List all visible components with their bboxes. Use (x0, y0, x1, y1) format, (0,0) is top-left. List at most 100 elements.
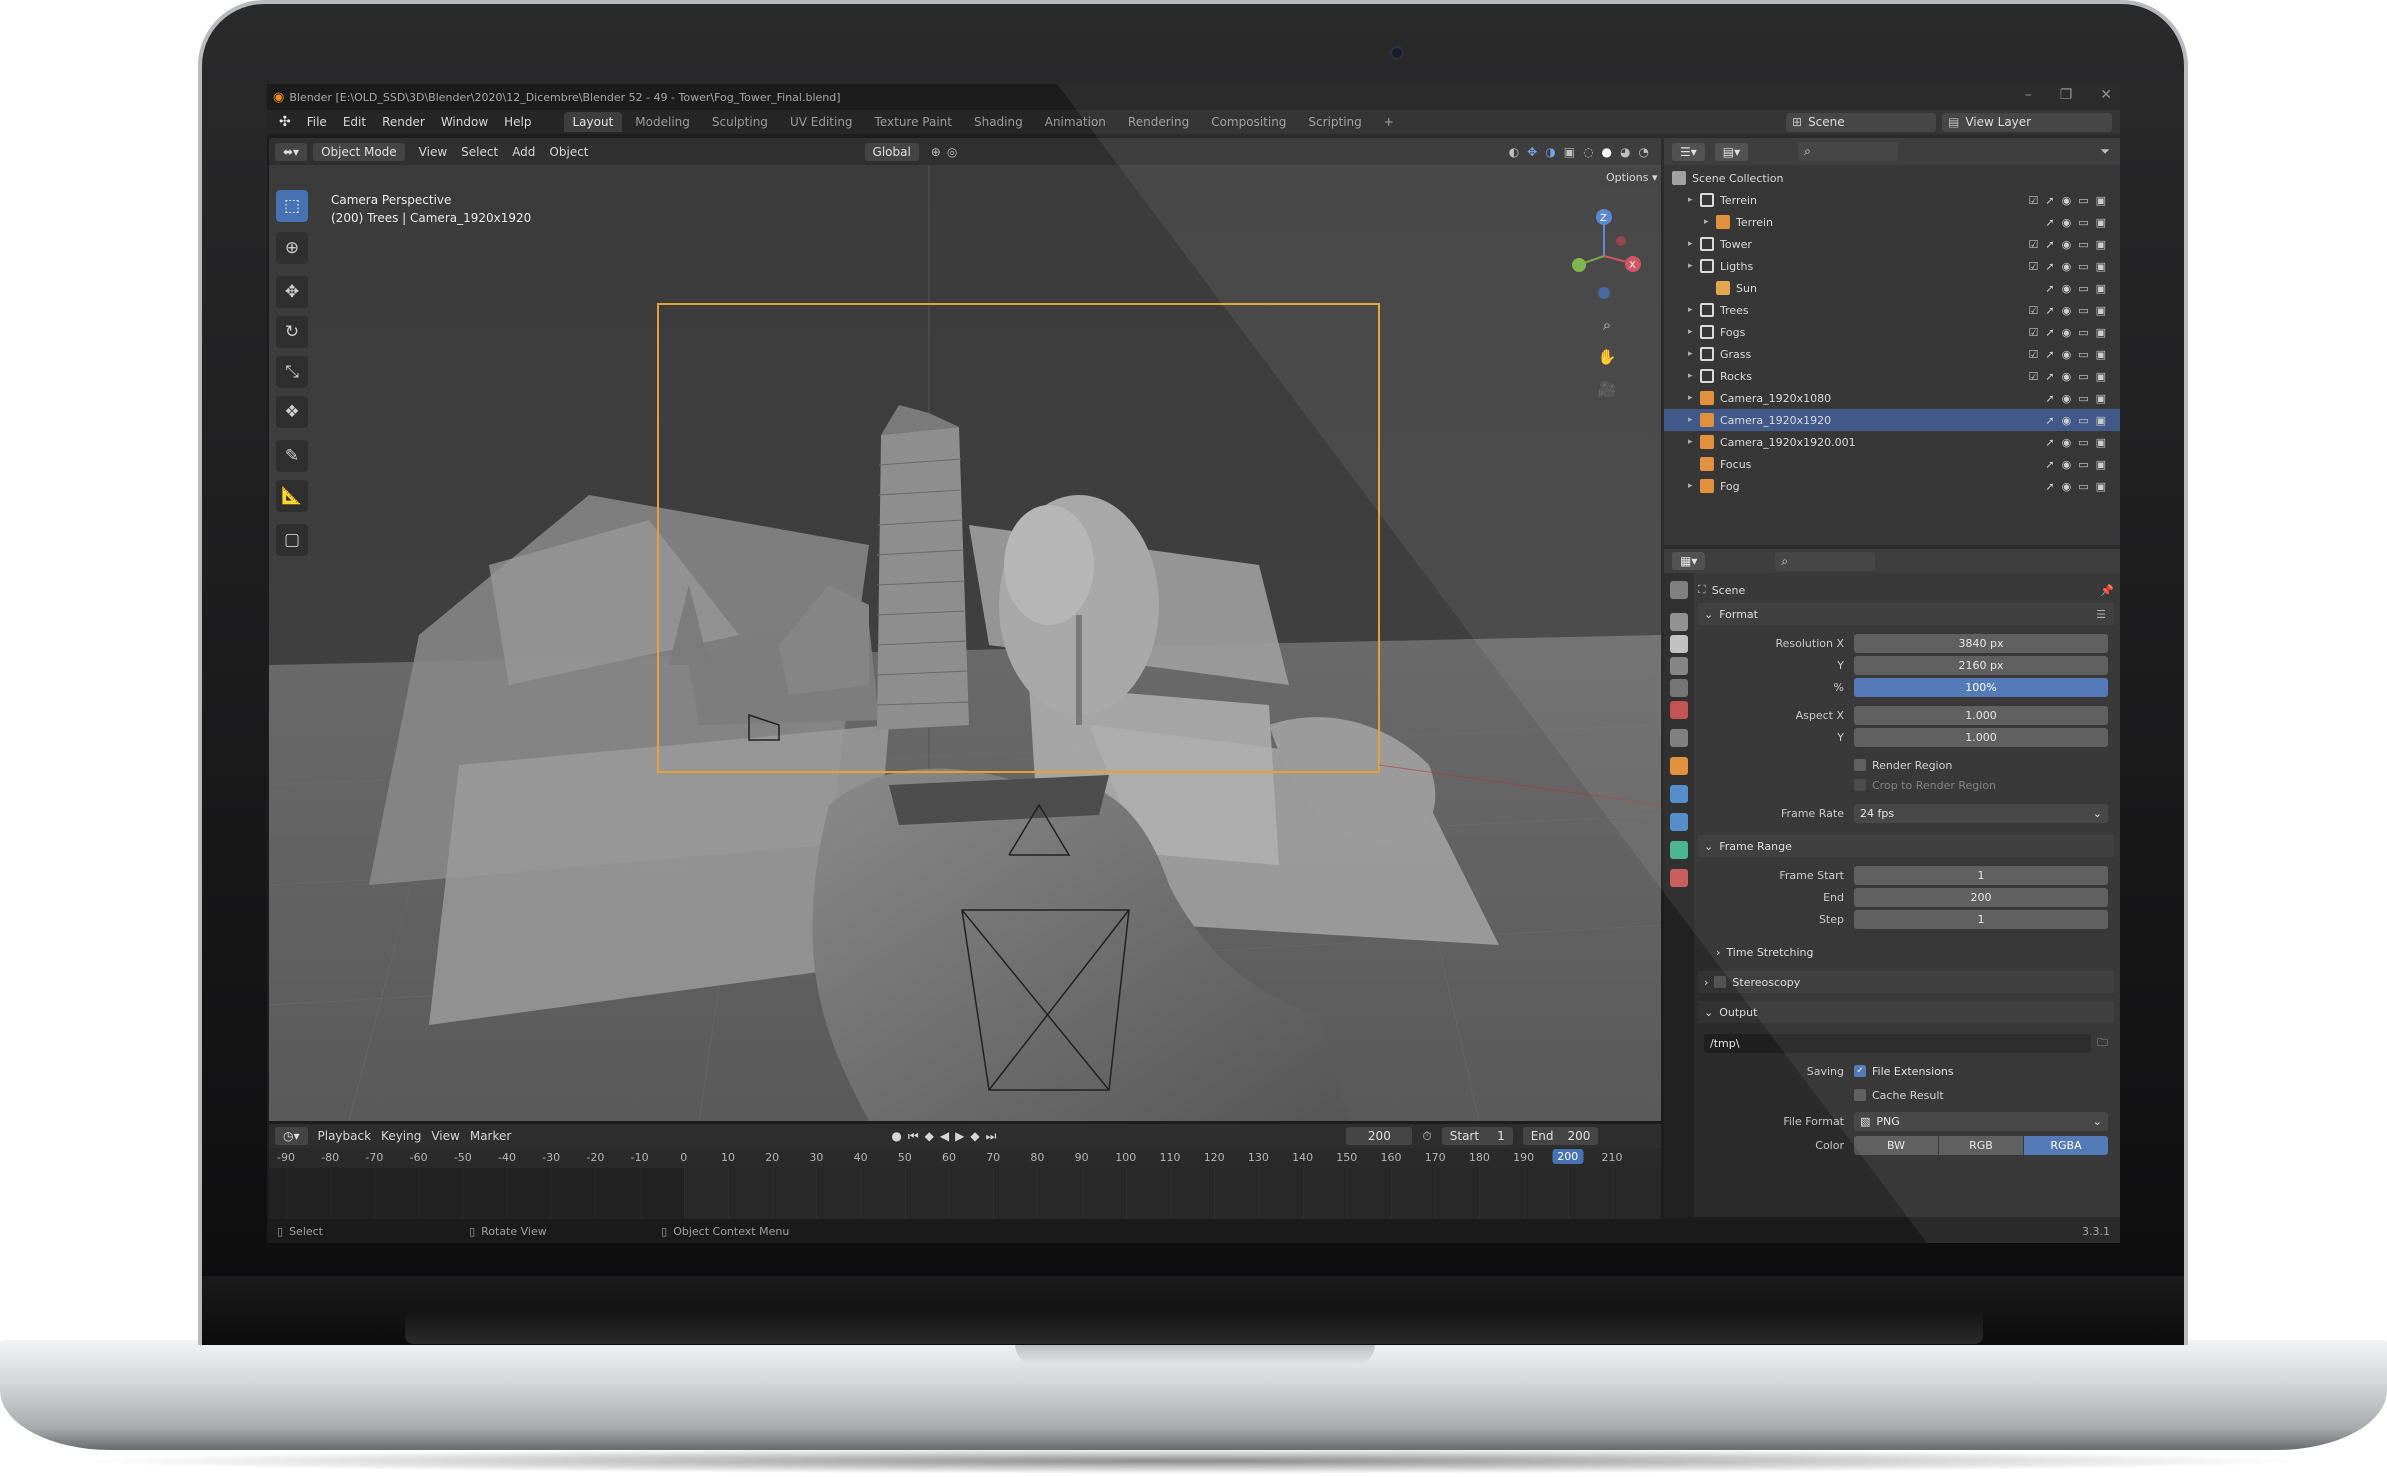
cache-result-checkbox[interactable] (1854, 1089, 1866, 1101)
resolution-y-field[interactable]: 2160 px (1854, 655, 2108, 675)
eye-icon[interactable]: ◉ (2062, 304, 2072, 317)
selectable-icon[interactable]: ➚ (2045, 348, 2054, 361)
menu-add[interactable]: Add (512, 145, 535, 159)
color-rgba-option[interactable]: RGBA (2024, 1135, 2108, 1155)
expand-arrow-icon[interactable]: ▸ (1688, 195, 1700, 205)
color-rgb-option[interactable]: RGB (1939, 1135, 2023, 1155)
camera-render-icon[interactable]: ▣ (2096, 216, 2106, 229)
expand-arrow-icon[interactable]: ▸ (1688, 327, 1700, 337)
tab-sculpting[interactable]: Sculpting (703, 112, 777, 132)
monitor-icon[interactable]: ▭ (2078, 304, 2088, 317)
transform-icon[interactable]: ❖ (276, 396, 308, 428)
selectable-icon[interactable]: ➚ (2045, 370, 2054, 383)
minimize-button[interactable]: – (2025, 87, 2032, 103)
frame-end-field[interactable]: 200 (1854, 887, 2108, 907)
menu-timeline-view[interactable]: View (431, 1129, 459, 1143)
maximize-button[interactable]: ❐ (2060, 87, 2073, 103)
tab-scripting[interactable]: Scripting (1299, 112, 1370, 132)
exclude-checkbox-icon[interactable]: ☑ (2028, 194, 2038, 207)
outliner-row[interactable]: ▸ Camera_1920x1920 ➚ ◉ ▭ ▣ (1664, 409, 2120, 431)
record-icon[interactable]: ● (891, 1129, 901, 1143)
outliner-row[interactable]: ▸ Terrein ☑ ➚ ◉ ▭ ▣ (1664, 189, 2120, 211)
monitor-icon[interactable]: ▭ (2078, 348, 2088, 361)
add-workspace-button[interactable]: + (1375, 112, 1403, 132)
outliner-row[interactable]: ▸ Camera_1920x1920.001 ➚ ◉ ▭ ▣ (1664, 431, 2120, 453)
stereoscopy-checkbox[interactable] (1714, 976, 1727, 988)
time-stretching-subpanel[interactable]: › Time Stretching (1698, 941, 2114, 963)
resolution-percent-field[interactable]: 100% (1854, 677, 2108, 697)
tab-animation[interactable]: Animation (1036, 112, 1115, 132)
scene-tab-icon[interactable] (1670, 679, 1688, 697)
selectable-icon[interactable]: ➚ (2045, 392, 2054, 405)
gizmo-toggle-icon[interactable]: ✥ (1527, 145, 1537, 159)
menu-edit[interactable]: Edit (343, 115, 366, 129)
pan-hand-icon[interactable]: ✋ (1595, 345, 1619, 369)
start-frame-field[interactable]: Start 1 (1441, 1127, 1513, 1145)
stereoscopy-section-header[interactable]: › Stereoscopy (1698, 971, 2114, 993)
selectable-icon[interactable]: ➚ (2045, 436, 2054, 449)
monitor-icon[interactable]: ▭ (2078, 282, 2088, 295)
eye-icon[interactable]: ◉ (2062, 238, 2072, 251)
tab-texture-paint[interactable]: Texture Paint (866, 112, 961, 132)
monitor-icon[interactable]: ▭ (2078, 370, 2088, 383)
selectable-icon[interactable]: ➚ (2045, 414, 2054, 427)
monitor-icon[interactable]: ▭ (2078, 194, 2088, 207)
timeline-ruler[interactable]: -90 -80 -70 -60 -50 -40 -30 -20 -10 0 10 20 30 40 50 60… (269, 1148, 1661, 1168)
material-shading-icon[interactable]: ◕ (1620, 145, 1630, 159)
camera-render-icon[interactable]: ▣ (2096, 282, 2106, 295)
menu-file[interactable]: File (307, 115, 327, 129)
editor-type-button[interactable]: ⬌▾ (275, 142, 308, 161)
eye-icon[interactable]: ◉ (2062, 326, 2072, 339)
blender-menu-icon[interactable]: ✣ (279, 114, 291, 130)
pin-icon[interactable]: 📌 (2100, 584, 2114, 597)
folder-icon[interactable]: 🗀 (2097, 1034, 2108, 1053)
move-icon[interactable]: ✥ (276, 276, 308, 308)
camera-render-icon[interactable]: ▣ (2096, 480, 2106, 493)
eye-icon[interactable]: ◉ (2062, 458, 2072, 471)
jump-start-icon[interactable]: ⏮ (908, 1129, 919, 1144)
world-tab-icon[interactable] (1670, 701, 1688, 719)
selectable-icon[interactable]: ➚ (2045, 238, 2054, 251)
outliner[interactable]: ☰▾ ▤▾ ⌕ ⏷ Scene Collection ▸ Terrein ☑ ➚ ◉ ▭ ▣… (1664, 138, 2120, 545)
display-mode-icon[interactable]: ▤▾ (1714, 142, 1749, 161)
aspect-x-field[interactable]: 1.000 (1854, 705, 2108, 725)
add-cube-icon[interactable]: ▢ (276, 524, 308, 556)
camera-render-icon[interactable]: ▣ (2096, 194, 2106, 207)
xray-icon[interactable]: ▣ (1564, 145, 1575, 159)
rendered-shading-icon[interactable]: ◔ (1639, 145, 1649, 159)
selectable-icon[interactable]: ➚ (2045, 282, 2054, 295)
close-button[interactable]: ✕ (2100, 87, 2112, 103)
outliner-row[interactable]: ▸ Tower ☑ ➚ ◉ ▭ ▣ (1664, 233, 2120, 255)
color-bw-option[interactable]: BW (1854, 1135, 1938, 1155)
camera-view-icon[interactable]: 🎥 (1595, 377, 1619, 401)
camera-render-icon[interactable]: ▣ (2096, 326, 2106, 339)
annotate-icon[interactable]: ✎ (276, 440, 308, 472)
render-region-checkbox[interactable] (1854, 759, 1866, 771)
mode-dropdown[interactable]: Object Mode (313, 142, 405, 161)
monitor-icon[interactable]: ▭ (2078, 216, 2088, 229)
solid-shading-icon[interactable]: ● (1602, 145, 1612, 159)
expand-arrow-icon[interactable]: ▸ (1688, 415, 1700, 425)
file-format-dropdown[interactable]: ▧ PNG ⌄ (1854, 1111, 2108, 1131)
menu-render[interactable]: Render (382, 115, 425, 129)
modifier-tab-icon[interactable] (1670, 785, 1688, 803)
next-keyframe-icon[interactable]: ◆ (970, 1129, 979, 1143)
monitor-icon[interactable]: ▭ (2078, 260, 2088, 273)
expand-arrow-icon[interactable]: ▸ (1688, 239, 1700, 249)
output-section-header[interactable]: ⌄ Output (1698, 1001, 2114, 1023)
menu-object[interactable]: Object (549, 145, 588, 159)
render-tab-icon[interactable] (1670, 613, 1688, 631)
measure-icon[interactable]: 📐 (276, 480, 308, 512)
physics-tab-icon[interactable] (1670, 813, 1688, 831)
tab-layout[interactable]: Layout (563, 112, 623, 132)
outliner-search-input[interactable]: ⌕ (1798, 142, 1899, 161)
selectable-icon[interactable]: ➚ (2045, 216, 2054, 229)
menu-marker[interactable]: Marker (470, 1129, 511, 1143)
eye-icon[interactable]: ◉ (2062, 348, 2072, 361)
current-frame-field[interactable]: 200 (1346, 1127, 1413, 1145)
transform-orientation-dropdown[interactable]: Global (864, 142, 919, 161)
scale-icon[interactable]: ⤡ (276, 356, 308, 388)
expand-arrow-icon[interactable]: ▸ (1688, 371, 1700, 381)
expand-arrow-icon[interactable]: ▸ (1688, 437, 1700, 447)
properties-search-input[interactable]: ⌕ (1775, 551, 1876, 571)
